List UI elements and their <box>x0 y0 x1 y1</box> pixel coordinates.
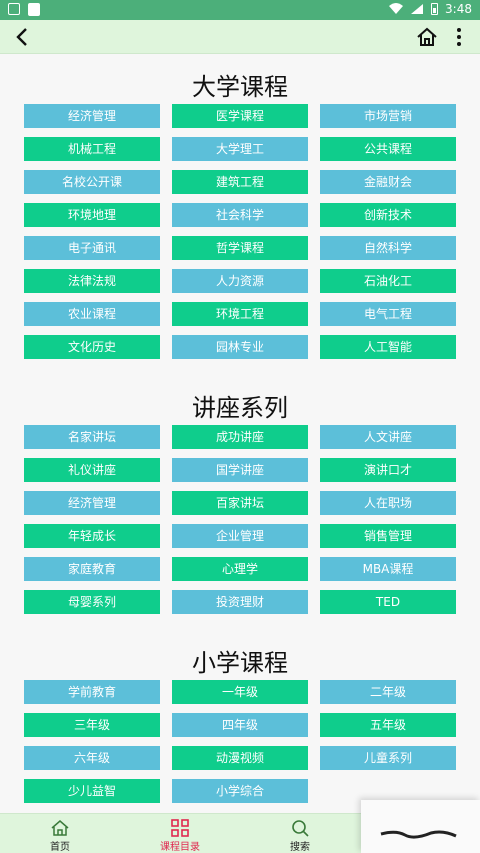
category-button[interactable]: 家庭教育 <box>24 557 160 581</box>
category-button[interactable]: 国学讲座 <box>172 458 308 482</box>
category-button[interactable]: 自然科学 <box>320 236 456 260</box>
sketch-preview-icon <box>380 830 457 839</box>
category-button[interactable]: 动漫视频 <box>172 746 308 770</box>
status-bar: 3:48 <box>0 0 480 20</box>
category-button[interactable]: 礼仪讲座 <box>24 458 160 482</box>
category-button[interactable]: 人在职场 <box>320 491 456 515</box>
category-button[interactable]: 经济管理 <box>24 104 160 128</box>
category-button[interactable]: 人工智能 <box>320 335 456 359</box>
more-options-icon[interactable] <box>448 26 470 48</box>
category-button[interactable]: 成功讲座 <box>172 425 308 449</box>
category-button[interactable]: 医学课程 <box>172 104 308 128</box>
category-button[interactable]: 石油化工 <box>320 269 456 293</box>
category-button[interactable]: 创新技术 <box>320 203 456 227</box>
clock: 3:48 <box>445 2 472 16</box>
wifi-icon <box>389 3 404 14</box>
home-icon <box>51 820 69 836</box>
category-button[interactable]: 人力资源 <box>172 269 308 293</box>
app-notification-icon <box>28 3 40 16</box>
catalog-content: 大学课程 经济管理 医学课程 市场营销 机械工程 大学理工 公共课程 名校公开课 建筑工程 金融… <box>0 55 480 813</box>
category-button[interactable]: 电子通讯 <box>24 236 160 260</box>
category-button[interactable]: 企业管理 <box>172 524 308 548</box>
category-button[interactable]: 四年级 <box>172 713 308 737</box>
category-button[interactable]: 学前教育 <box>24 680 160 704</box>
signal-icon <box>411 4 424 14</box>
category-button[interactable]: TED <box>320 590 456 614</box>
category-button[interactable]: 公共课程 <box>320 137 456 161</box>
lecture-grid: 名家讲坛 成功讲座 人文讲座礼仪讲座 国学讲座 演讲口才经济管理 百家讲坛 人在职场年轻成长… <box>24 425 458 614</box>
category-button[interactable]: 大学理工 <box>172 137 308 161</box>
battery-icon <box>431 3 439 15</box>
home-button-icon[interactable] <box>416 26 438 48</box>
category-button[interactable]: 名家讲坛 <box>24 425 160 449</box>
category-button[interactable]: 哲学课程 <box>172 236 308 260</box>
category-button[interactable]: 少儿益智 <box>24 779 160 803</box>
category-button[interactable]: 人文讲座 <box>320 425 456 449</box>
category-button[interactable]: 销售管理 <box>320 524 456 548</box>
section-title: 讲座系列 <box>192 394 288 422</box>
tab-catalog[interactable]: 课程目录 <box>120 814 240 853</box>
tab-label: 课程目录 <box>160 842 200 853</box>
tab-home[interactable]: 首页 <box>0 814 120 853</box>
recent-screenshot-thumbnail[interactable] <box>361 800 480 853</box>
category-button[interactable]: 电气工程 <box>320 302 456 326</box>
category-button[interactable]: 演讲口才 <box>320 458 456 482</box>
course-grid: 经济管理 医学课程 市场营销机械工程 大学理工 公共课程名校公开课 建筑工程 金融财会环境地… <box>24 104 458 359</box>
category-button[interactable]: 五年级 <box>320 713 456 737</box>
category-button[interactable]: 机械工程 <box>24 137 160 161</box>
category-button[interactable]: 名校公开课 <box>24 170 160 194</box>
section-title: 小学课程 <box>192 649 288 677</box>
category-button[interactable]: 金融财会 <box>320 170 456 194</box>
category-button[interactable]: 社会科学 <box>172 203 308 227</box>
category-button[interactable]: 农业课程 <box>24 302 160 326</box>
category-button[interactable]: 投资理财 <box>172 590 308 614</box>
primary-grid: 学前教育 一年级 二年级三年级 四年级 五年级六年级 动漫视频 儿童系列少儿益智 小学综合 <box>24 680 458 803</box>
category-button[interactable]: 文化历史 <box>24 335 160 359</box>
category-button[interactable]: 园林专业 <box>172 335 308 359</box>
category-button[interactable]: 建筑工程 <box>172 170 308 194</box>
tab-label: 搜索 <box>290 842 310 853</box>
category-button[interactable]: 经济管理 <box>24 491 160 515</box>
category-button[interactable]: 法律法规 <box>24 269 160 293</box>
category-button[interactable]: 小学综合 <box>172 779 308 803</box>
category-button[interactable]: 二年级 <box>320 680 456 704</box>
category-button[interactable]: 百家讲坛 <box>172 491 308 515</box>
category-button[interactable]: 六年级 <box>24 746 160 770</box>
category-button[interactable]: 市场营销 <box>320 104 456 128</box>
image-notification-icon <box>8 3 20 15</box>
category-button[interactable]: 环境工程 <box>172 302 308 326</box>
category-button[interactable]: 儿童系列 <box>320 746 456 770</box>
category-button[interactable]: 一年级 <box>172 680 308 704</box>
category-button[interactable]: MBA课程 <box>320 557 456 581</box>
tab-search[interactable]: 搜索 <box>240 814 360 853</box>
top-app-bar <box>0 20 480 54</box>
back-arrow-icon[interactable] <box>12 26 34 48</box>
category-button[interactable]: 心理学 <box>172 557 308 581</box>
section-title: 大学课程 <box>192 73 288 101</box>
tab-label: 首页 <box>50 842 70 853</box>
category-button[interactable]: 母婴系列 <box>24 590 160 614</box>
category-button[interactable]: 年轻成长 <box>24 524 160 548</box>
search-icon <box>292 820 309 837</box>
category-button[interactable]: 三年级 <box>24 713 160 737</box>
category-button[interactable]: 环境地理 <box>24 203 160 227</box>
qr-grid-icon <box>171 819 189 837</box>
